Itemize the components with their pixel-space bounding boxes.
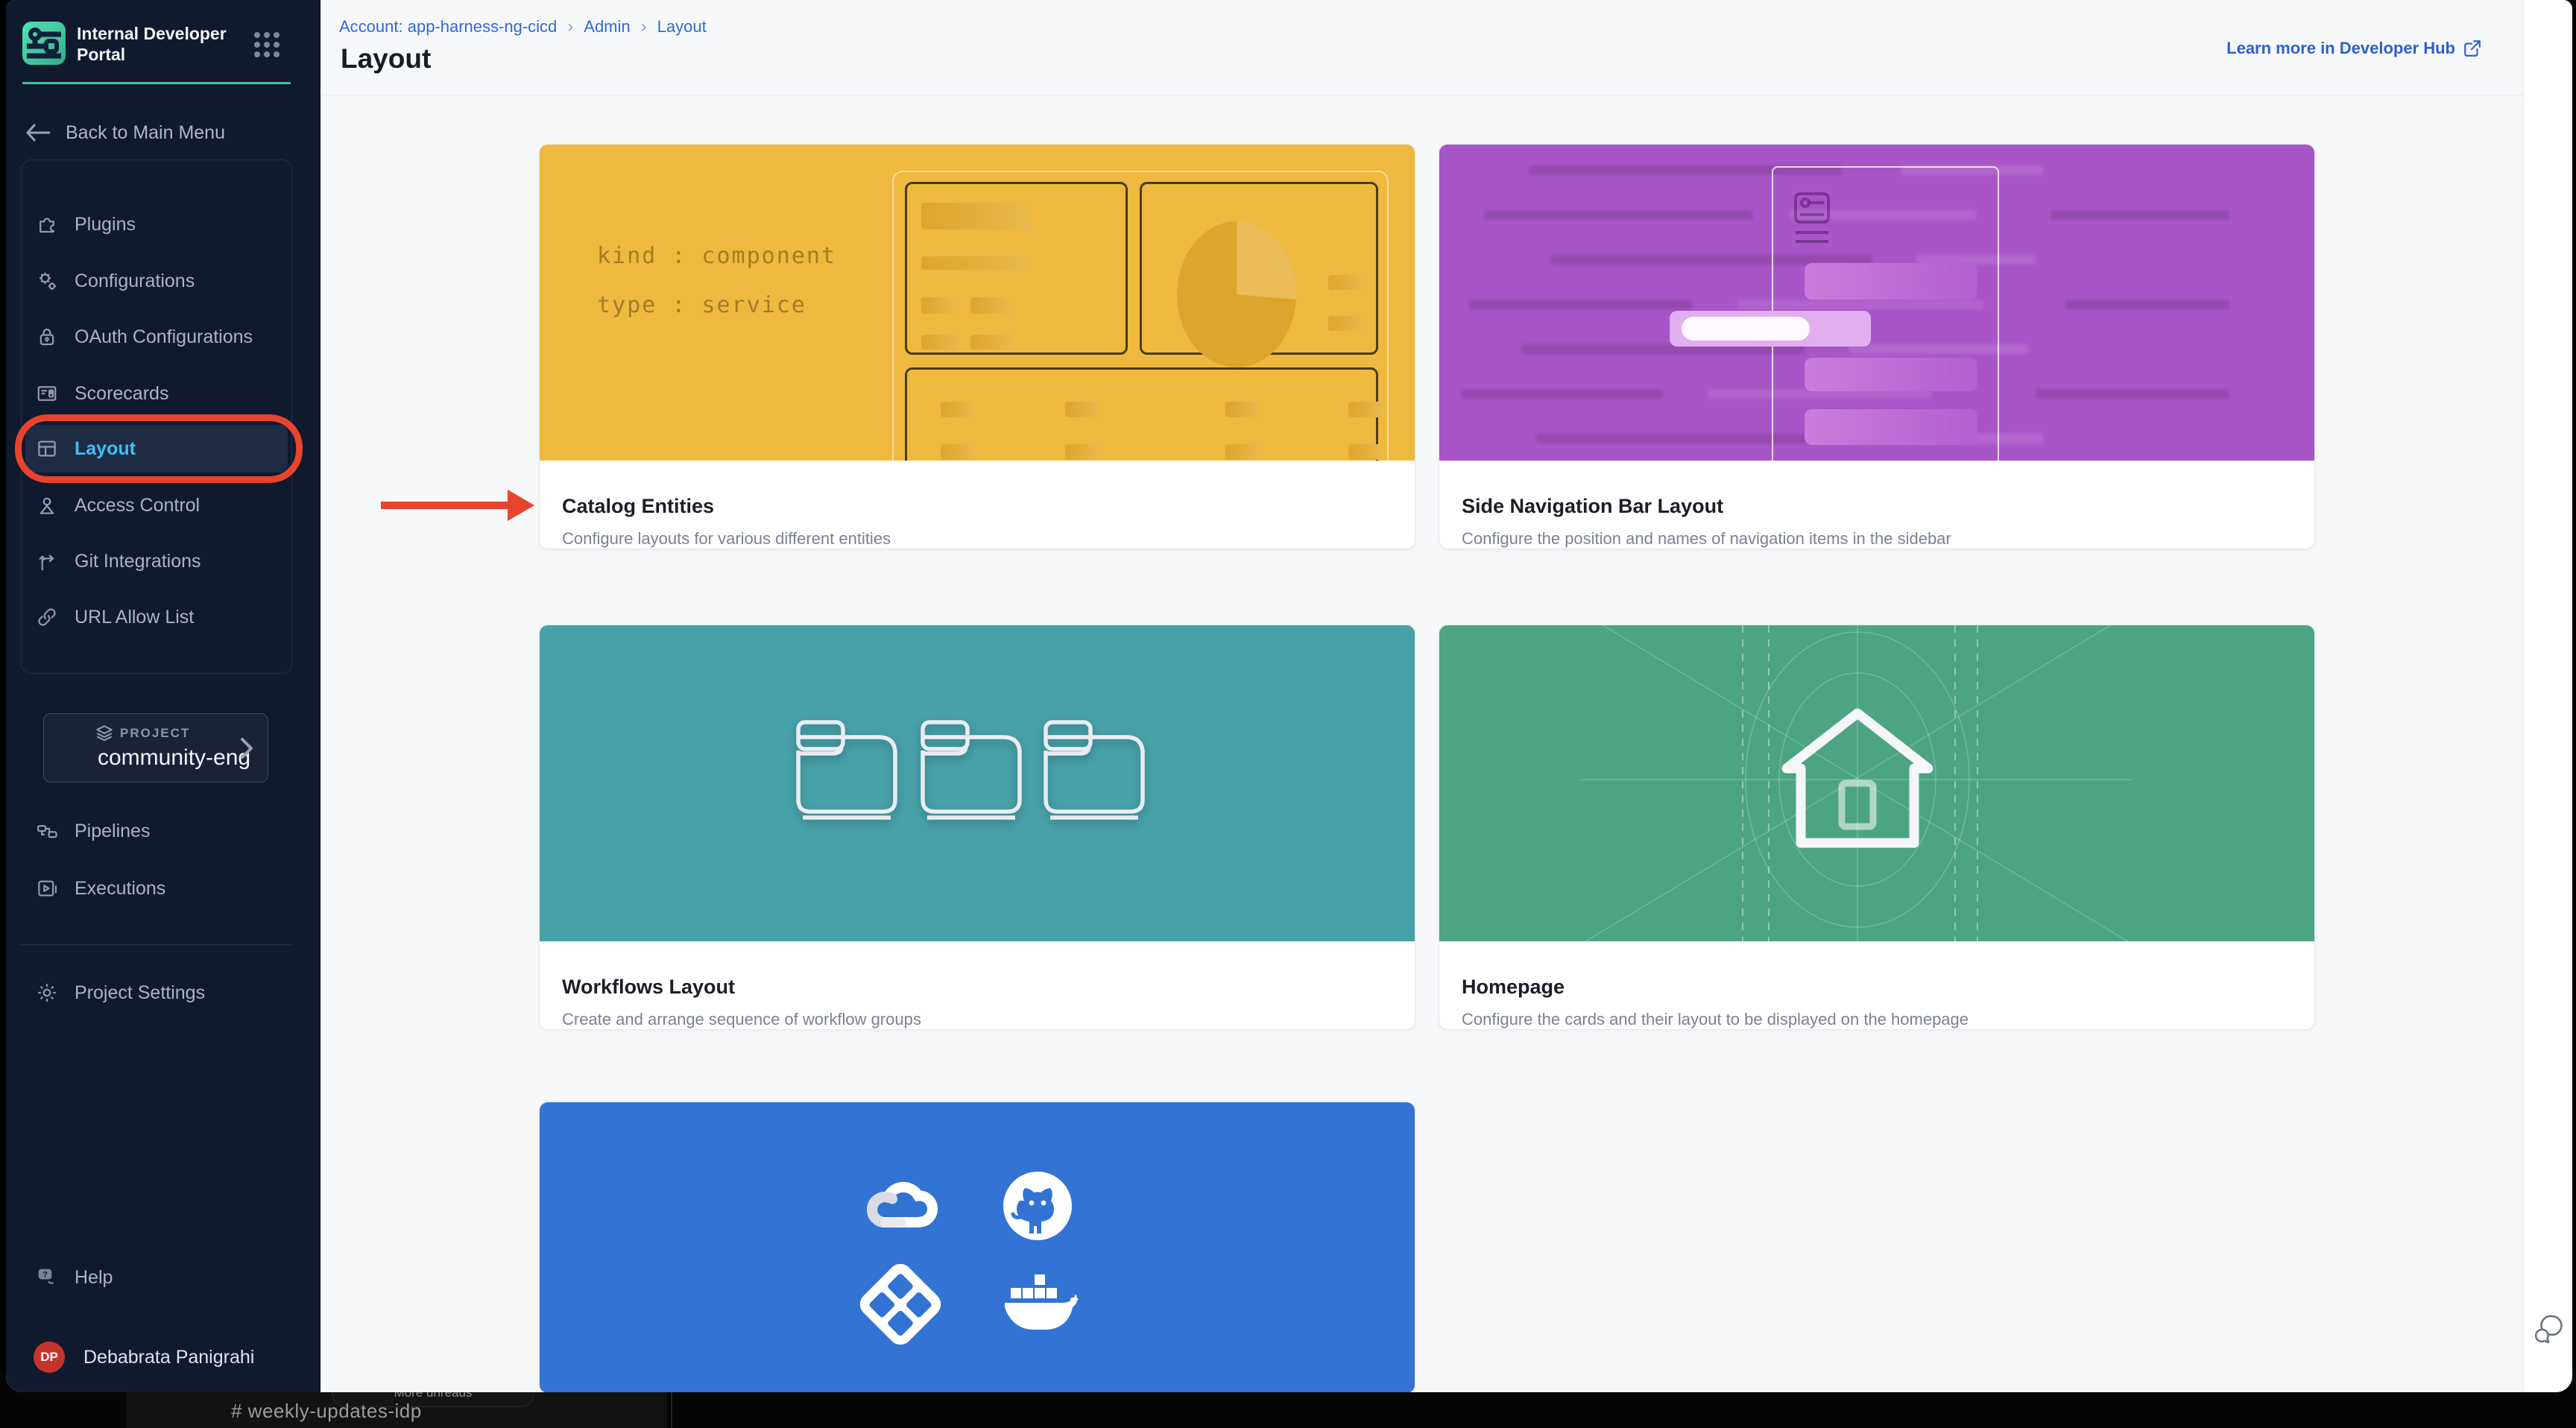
user-menu[interactable]: DP Debabrata Panigrahi bbox=[25, 1333, 288, 1381]
back-to-main-menu[interactable]: Back to Main Menu bbox=[25, 112, 288, 154]
executions-icon bbox=[36, 877, 58, 900]
wireframe-panel bbox=[905, 367, 1378, 461]
sidebar-item-pipelines[interactable]: Pipelines bbox=[25, 807, 288, 855]
sidebar-item-oauth-configurations[interactable]: OAuth Configurations bbox=[25, 313, 288, 361]
breadcrumb-account[interactable]: Account: app-harness-ng-cicd bbox=[339, 17, 557, 37]
integrations-illustration bbox=[540, 1102, 1415, 1392]
wireframe-panel bbox=[1140, 182, 1378, 355]
card-workflows-layout[interactable]: Workflows Layout Create and arrange sequ… bbox=[539, 625, 1415, 1030]
card-title: Catalog Entities bbox=[562, 495, 1392, 518]
card-homepage[interactable]: Homepage Configure the cards and their l… bbox=[1439, 625, 2315, 1030]
svg-text:?: ? bbox=[42, 1271, 48, 1280]
sidebar-item-project-settings[interactable]: Project Settings bbox=[25, 969, 288, 1017]
sidebar-item-url-allow-list[interactable]: URL Allow List bbox=[25, 593, 288, 641]
blueprint-guides bbox=[1439, 625, 2314, 941]
type-annotation: type : service bbox=[597, 292, 806, 318]
chevron-right-icon bbox=[239, 736, 254, 760]
card-catalog-entities[interactable]: kind : component type : service bbox=[539, 144, 1415, 549]
breadcrumb-admin[interactable]: Admin bbox=[584, 17, 630, 37]
avatar: DP bbox=[34, 1342, 65, 1373]
background-app-divider bbox=[671, 1392, 672, 1428]
external-link-icon bbox=[2463, 39, 2482, 58]
card-title: Side Navigation Bar Layout bbox=[1462, 495, 2292, 518]
nav-bar-placeholder bbox=[1805, 358, 1977, 391]
google-cloud-icon bbox=[863, 1173, 938, 1237]
breadcrumb-separator: › bbox=[567, 16, 573, 37]
annotation-arrow bbox=[381, 502, 509, 509]
app-window: Internal Developer Portal Back to Main M… bbox=[6, 0, 2572, 1392]
workflows-illustration bbox=[540, 625, 1415, 941]
card-title: Homepage bbox=[1462, 976, 2292, 999]
card-integrations[interactable] bbox=[539, 1102, 1415, 1392]
right-rail bbox=[2523, 0, 2572, 1392]
sidebar-item-git-integrations[interactable]: Git Integrations bbox=[25, 537, 288, 585]
project-selector[interactable]: PROJECT community-eng bbox=[43, 713, 268, 783]
homepage-illustration bbox=[1439, 625, 2314, 941]
folder-icon bbox=[1038, 715, 1150, 821]
wireframe-panel bbox=[905, 182, 1128, 355]
card-side-navigation-bar-layout[interactable]: Side Navigation Bar Layout Configure the… bbox=[1439, 144, 2315, 549]
back-arrow-icon bbox=[25, 124, 51, 142]
project-label: PROJECT bbox=[120, 726, 190, 741]
folder-icon bbox=[915, 715, 1027, 821]
annotation-arrow-head bbox=[508, 490, 534, 521]
learn-more-link[interactable]: Learn more in Developer Hub bbox=[2226, 39, 2482, 58]
wireframe-logo-glyph bbox=[1791, 191, 1833, 247]
github-icon bbox=[1003, 1171, 1073, 1241]
gears-icon bbox=[36, 270, 58, 292]
card-description: Configure layouts for various different … bbox=[562, 529, 1392, 549]
help-chat-icon: ? bbox=[36, 1266, 58, 1289]
card-description: Configure the position and names of navi… bbox=[1462, 529, 2292, 549]
card-description: Create and arrange sequence of workflow … bbox=[562, 1010, 1392, 1029]
layers-icon bbox=[95, 724, 114, 743]
sidebar-item-access-control[interactable]: Access Control bbox=[25, 481, 288, 529]
side-nav-illustration bbox=[1439, 145, 2314, 461]
nav-bar-placeholder bbox=[1805, 263, 1977, 300]
gear-icon bbox=[36, 982, 58, 1004]
link-icon bbox=[36, 606, 58, 628]
nav-bar-placeholder bbox=[1805, 409, 1977, 445]
lock-icon bbox=[36, 326, 58, 348]
docker-icon bbox=[1002, 1273, 1079, 1334]
kind-annotation: kind : component bbox=[597, 243, 836, 269]
sidebar-item-layout[interactable]: Layout bbox=[25, 425, 288, 473]
page-title: Layout bbox=[341, 43, 431, 75]
breadcrumb: Account: app-harness-ng-cicd › Admin › L… bbox=[339, 16, 707, 37]
folder-icon bbox=[791, 715, 903, 821]
plugins-icon bbox=[36, 213, 58, 236]
user-name: Debabrata Panigrahi bbox=[83, 1347, 254, 1368]
person-icon bbox=[36, 494, 58, 516]
support-chat-icon[interactable] bbox=[2531, 1312, 2566, 1346]
scorecard-icon bbox=[36, 382, 58, 405]
breadcrumb-separator: › bbox=[641, 16, 647, 37]
card-description: Configure the cards and their layout to … bbox=[1462, 1010, 2292, 1029]
sidebar-item-scorecards[interactable]: Scorecards bbox=[25, 370, 288, 417]
accent-divider bbox=[22, 82, 291, 84]
git-branch-icon bbox=[36, 550, 58, 572]
card-title: Workflows Layout bbox=[562, 976, 1392, 999]
sidebar-item-configurations[interactable]: Configurations bbox=[25, 257, 288, 305]
sidebar: Internal Developer Portal Back to Main M… bbox=[6, 0, 321, 1392]
pie-chart-placeholder bbox=[1177, 221, 1296, 367]
idp-logo-icon bbox=[22, 22, 66, 65]
sidebar-item-plugins[interactable]: Plugins bbox=[25, 200, 288, 248]
pipelines-icon bbox=[36, 820, 58, 842]
main-content: Account: app-harness-ng-cicd › Admin › L… bbox=[321, 0, 2523, 1392]
sidebar-divider bbox=[21, 944, 292, 945]
app-title: Internal Developer Portal bbox=[77, 23, 248, 65]
module-grid-icon[interactable] bbox=[252, 30, 282, 60]
catalog-entities-illustration: kind : component type : service bbox=[540, 145, 1415, 461]
sidebar-item-help[interactable]: ? Help bbox=[25, 1254, 288, 1301]
layout-icon bbox=[36, 437, 58, 460]
dragged-nav-bar-label bbox=[1682, 317, 1810, 341]
diamond-lattice-icon bbox=[855, 1259, 946, 1350]
breadcrumb-layout[interactable]: Layout bbox=[657, 17, 707, 37]
back-label: Back to Main Menu bbox=[66, 122, 225, 144]
background-channel-label: # weekly-updates-idp bbox=[231, 1400, 422, 1423]
project-name: community-eng bbox=[98, 745, 250, 771]
sidebar-item-executions[interactable]: Executions bbox=[25, 865, 288, 912]
